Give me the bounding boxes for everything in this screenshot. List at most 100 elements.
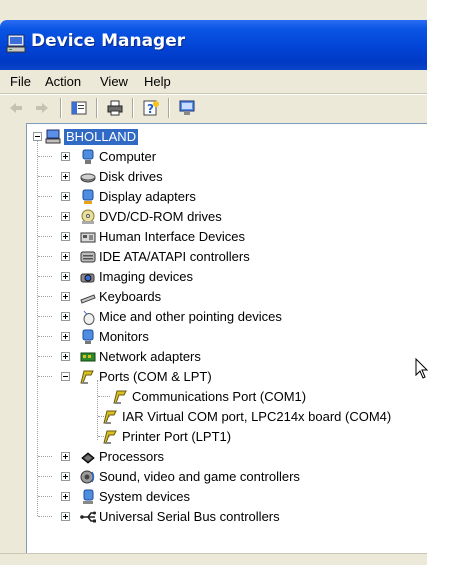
collapse-toggle[interactable] [61,372,70,381]
back-icon [10,103,22,113]
tree-item-label: Printer Port (LPT1) [122,429,232,444]
back-button[interactable] [5,97,27,119]
tree-item-label: IAR Virtual COM port, LPC214x board (COM… [122,409,392,424]
expand-toggle[interactable] [61,212,70,221]
dvd-drive-icon [81,209,95,224]
properties-button[interactable] [68,97,90,119]
imaging-device-icon [80,273,95,283]
tree-connector [38,516,52,517]
toolbar-separator [96,98,98,118]
keyboard-icon [80,294,96,304]
help-button[interactable]: ? [140,97,162,119]
tree-item-label: Processors [99,449,165,464]
tree-item-label: Monitors [99,329,149,344]
tree-connector [38,296,52,297]
menu-view[interactable]: View [97,72,131,91]
tree-connector [38,276,52,277]
tree-item-label: Display adapters [99,189,196,204]
expand-toggle[interactable] [61,172,70,181]
expand-toggle[interactable] [61,272,70,281]
expand-toggle[interactable] [61,452,70,461]
tree-connector [38,376,52,377]
tree-item-label: Sound, video and game controllers [99,469,300,484]
tree-connector [37,141,38,516]
scan-hardware-icon [179,100,195,115]
collapse-toggle-root[interactable] [33,132,42,141]
properties-icon [71,101,87,115]
tree-connector [38,256,52,257]
tree-connector [38,196,52,197]
toolbar-separator [168,98,170,118]
tree-connector [98,396,110,397]
window-title: Device Manager [31,31,186,51]
toolbar-separator [132,98,134,118]
tree-item-label: System devices [99,489,191,504]
mouse-pointer-icon [415,358,429,379]
usb-icon [80,511,96,523]
port-icon [103,430,117,444]
expand-toggle[interactable] [61,332,70,341]
svg-text:?: ? [147,102,154,116]
tree-item-label: Communications Port (COM1) [132,389,307,404]
menu-action[interactable]: Action [42,72,84,91]
expand-toggle[interactable] [61,252,70,261]
tree-connector [38,216,52,217]
network-adapter-icon [80,352,96,362]
tree-connector [38,456,52,457]
tree-root-label: BHOLLAND [64,129,139,145]
tree-connector [38,496,52,497]
tree-connector [38,476,52,477]
tree-item-label: Keyboards [99,289,162,304]
computer-icon [45,129,61,144]
expand-toggle[interactable] [61,312,70,321]
expand-toggle[interactable] [61,492,70,501]
port-icon [113,390,127,404]
disk-drive-icon [80,173,96,183]
system-device-icon [83,489,94,504]
mouse-icon [83,310,95,325]
tree-connector [38,356,52,357]
status-bar [0,553,427,565]
tree-item-label: Network adapters [99,349,201,364]
tree-item-label: Imaging devices [99,269,193,284]
device-manager-window: Device Manager File Action View Help ? B… [0,0,427,565]
title-bar[interactable]: Device Manager [0,20,427,70]
menu-help[interactable]: Help [141,72,174,91]
toolbar: ? [0,94,427,120]
monitor-icon [82,329,94,344]
toolbar-separator [60,98,62,118]
sound-icon [80,470,95,484]
tree-connector [38,176,52,177]
forward-button[interactable] [31,97,53,119]
port-icon [80,370,94,384]
tree-item-label: Universal Serial Bus controllers [99,509,280,524]
tree-connector [38,236,52,237]
computer-icon [82,149,94,164]
expand-toggle[interactable] [61,232,70,241]
scan-hardware-button[interactable] [176,97,198,119]
expand-toggle[interactable] [61,292,70,301]
hid-icon [80,232,96,243]
device-tree[interactable]: BHOLLAND Computer Disk drives Display ad… [26,123,427,553]
tree-connector [38,156,52,157]
expand-toggle[interactable] [61,192,70,201]
expand-toggle[interactable] [61,152,70,161]
tree-item-label: Disk drives [99,169,163,184]
tree-item-label: Computer [99,149,157,164]
port-icon [103,410,117,424]
print-icon [107,100,123,116]
tree-item-label: Human Interface Devices [99,229,245,244]
menu-file[interactable]: File [7,72,34,91]
tree-item-label: DVD/CD-ROM drives [99,209,222,224]
tree-item-label: Ports (COM & LPT) [99,369,212,384]
device-manager-icon [6,34,26,53]
expand-toggle[interactable] [61,472,70,481]
expand-toggle[interactable] [61,512,70,521]
help-icon: ? [143,100,159,116]
menu-bar: File Action View Help [0,70,427,94]
print-button[interactable] [104,97,126,119]
ide-controller-icon [80,251,96,263]
tree-item-label: IDE ATA/ATAPI controllers [99,249,250,264]
display-adapter-icon [82,189,94,204]
expand-toggle[interactable] [61,352,70,361]
